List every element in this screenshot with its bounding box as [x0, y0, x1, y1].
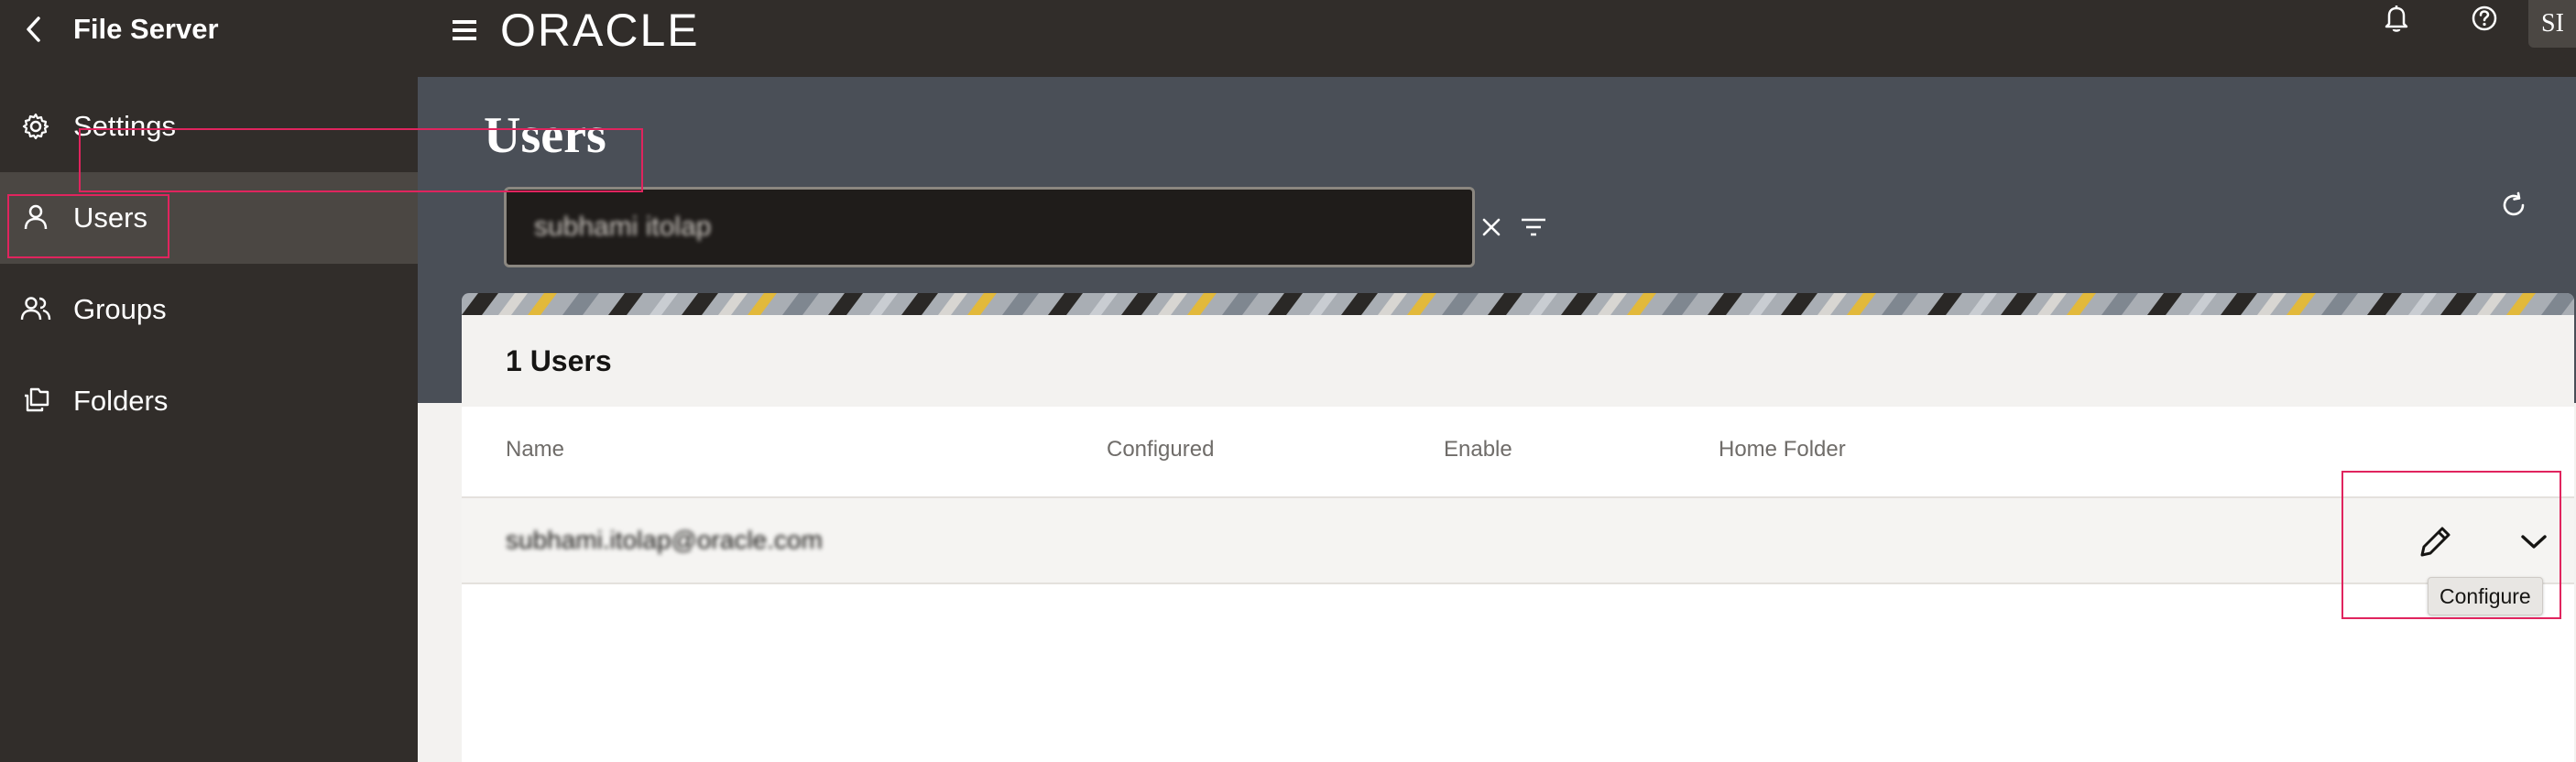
- highlight-box: [79, 128, 643, 192]
- search-input-value: subhami itolap: [534, 212, 712, 242]
- group-icon: [20, 293, 51, 324]
- refresh-button[interactable]: [2494, 185, 2534, 225]
- search-input[interactable]: subhami itolap: [504, 187, 1475, 267]
- column-header-configured[interactable]: Configured: [1107, 436, 1214, 463]
- sidebar-item-groups[interactable]: Groups: [0, 264, 418, 355]
- sidebar: File Server Settings Users Groups Folder…: [0, 0, 418, 762]
- close-icon: [1482, 218, 1501, 236]
- back-button[interactable]: [20, 13, 48, 46]
- users-card: 1 Users Name Configured Enable Home Fold…: [462, 315, 2574, 762]
- top-bar: ORACLE SI: [418, 0, 2576, 77]
- hamburger-menu-icon[interactable]: [453, 15, 484, 46]
- sidebar-title: File Server: [73, 13, 219, 45]
- results-count: 1 Users: [506, 344, 612, 377]
- table-row[interactable]: subhami.itolap@oracle.com: [462, 496, 2574, 584]
- sidebar-header: File Server: [0, 0, 418, 64]
- clear-search-button[interactable]: [1475, 211, 1508, 244]
- help-icon[interactable]: [2466, 0, 2503, 37]
- gear-icon: [20, 111, 51, 142]
- sidebar-item-label: Folders: [73, 385, 169, 417]
- column-header-name[interactable]: Name: [506, 436, 564, 463]
- chevron-left-icon: [27, 16, 40, 42]
- user-avatar[interactable]: SI: [2528, 0, 2576, 48]
- column-header-enable[interactable]: Enable: [1444, 436, 1512, 463]
- bell-icon[interactable]: [2378, 0, 2415, 37]
- card-header: 1 Users: [462, 315, 2574, 407]
- oracle-logo: ORACLE: [500, 5, 700, 56]
- highlight-box: [2341, 471, 2561, 619]
- filter-button[interactable]: [1515, 211, 1552, 244]
- sidebar-item-label: Groups: [73, 293, 167, 325]
- refresh-icon: [2503, 191, 2525, 216]
- user-name-cell: subhami.itolap@oracle.com: [506, 526, 823, 554]
- decorative-pattern: [462, 293, 2574, 315]
- sidebar-item-folders[interactable]: Folders: [0, 355, 418, 447]
- column-header-home-folder[interactable]: Home Folder: [1719, 436, 1846, 463]
- filter-icon: [1522, 218, 1545, 236]
- folder-icon: [20, 385, 51, 416]
- highlight-box: [7, 194, 169, 258]
